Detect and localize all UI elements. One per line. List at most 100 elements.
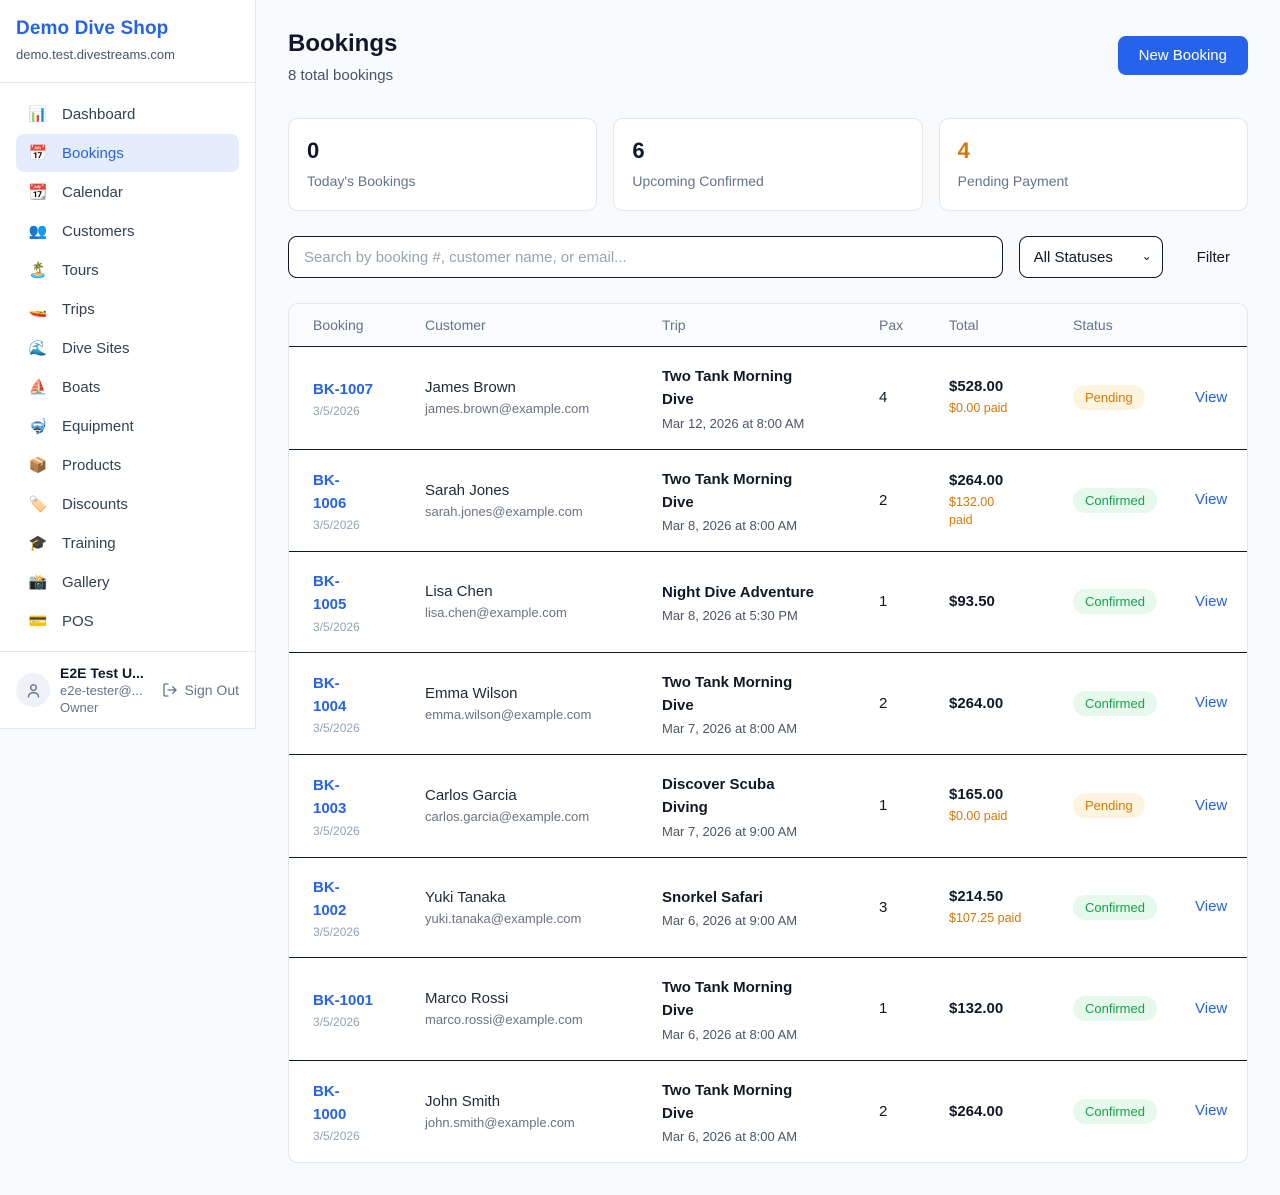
total-amount: $528.00	[949, 378, 1063, 395]
booking-id-link[interactable]: BK- 1006	[313, 469, 346, 516]
amount-paid: $0.00 paid	[949, 807, 1063, 825]
column-header-trip: Trip	[662, 304, 879, 346]
sidebar-item-tours[interactable]: 🏝️Tours	[16, 251, 239, 289]
table-row: BK- 10003/5/2026John Smithjohn.smith@exa…	[289, 1061, 1247, 1163]
status-cell: Confirmed	[1073, 978, 1195, 1039]
pax-count: 2	[879, 1085, 949, 1138]
total-amount: $264.00	[949, 695, 1063, 712]
view-link[interactable]: View	[1195, 389, 1227, 406]
user-email: e2e-tester@...	[60, 683, 144, 698]
status-badge: Confirmed	[1073, 996, 1157, 1021]
booking-id-link[interactable]: BK-1007	[313, 378, 373, 401]
booking-cell: BK- 1002 3/5/2026	[313, 858, 425, 958]
sidebar-item-dashboard[interactable]: 📊Dashboard	[16, 95, 239, 133]
customer-email: emma.wilson@example.com	[425, 707, 652, 722]
sidebar-item-trips[interactable]: 🚤 Trips	[16, 290, 239, 328]
total-amount: $264.00	[949, 1103, 1063, 1120]
package-icon: 📦	[28, 456, 48, 474]
sidebar-item-label: Discounts	[62, 496, 128, 513]
customer-name: James Brown	[425, 379, 652, 396]
booking-id-link[interactable]: BK- 1004	[313, 672, 346, 719]
trip-cell: Snorkel SafariMar 6, 2026 at 9:00 AM	[662, 868, 879, 946]
total-cell: $214.50$107.25 paid	[949, 870, 1073, 945]
trip-name: Two Tank Morning Dive	[662, 671, 869, 718]
trip-cell: Discover Scuba DivingMar 7, 2026 at 9:00…	[662, 755, 879, 857]
booking-id-link[interactable]: BK- 1005	[313, 570, 346, 617]
view-link[interactable]: View	[1195, 593, 1227, 610]
booking-date: 3/5/2026	[313, 824, 415, 838]
trip-name: Two Tank Morning Dive	[662, 976, 869, 1023]
sidebar-nav: 📊Dashboard📅Bookings📆Calendar👥Customers🏝️…	[0, 83, 255, 651]
pax-count: 2	[879, 677, 949, 730]
table-header-row: BookingCustomerTripPaxTotalStatus	[289, 304, 1247, 347]
customer-cell: Sarah Jonessarah.jones@example.com	[425, 464, 662, 537]
amount-paid: $0.00 paid	[949, 399, 1063, 417]
booking-cell: BK- 10043/5/2026	[313, 654, 425, 754]
amount-paid: $132.00 paid	[949, 493, 1063, 529]
total-cell: $264.00	[949, 1085, 1073, 1138]
total-amount: $214.50	[949, 888, 1063, 905]
sidebar-item-training[interactable]: 🎓Training	[16, 524, 239, 562]
stat-card-upcoming-confirmed: 6Upcoming Confirmed	[613, 118, 922, 211]
view-link[interactable]: View	[1195, 1102, 1227, 1119]
actions-cell: View	[1195, 982, 1237, 1036]
booking-date: 3/5/2026	[313, 1129, 415, 1143]
sign-out-button[interactable]: Sign Out	[162, 682, 239, 698]
stat-value: 0	[307, 138, 578, 164]
trip-datetime: Mar 7, 2026 at 8:00 AM	[662, 721, 869, 736]
trip-name: Discover Scuba Diving	[662, 773, 869, 820]
person-icon	[25, 682, 42, 699]
filter-button[interactable]: Filter	[1163, 249, 1248, 266]
view-link[interactable]: View	[1195, 797, 1227, 814]
new-booking-button[interactable]: New Booking	[1118, 36, 1248, 75]
status-badge: Confirmed	[1073, 691, 1157, 716]
actions-cell: View	[1195, 880, 1237, 934]
booking-id-link[interactable]: BK-1001	[313, 989, 373, 1012]
trip-name: Snorkel Safari	[662, 886, 869, 909]
sidebar-item-boats[interactable]: ⛵Boats	[16, 368, 239, 406]
sidebar-item-gallery[interactable]: 📸Gallery	[16, 563, 239, 601]
sidebar-item-bookings[interactable]: 📅Bookings	[16, 134, 239, 172]
search-input[interactable]	[288, 236, 1003, 278]
actions-cell: View	[1195, 371, 1237, 425]
view-link[interactable]: View	[1195, 491, 1227, 508]
status-badge: Pending	[1073, 385, 1145, 410]
trip-cell: Two Tank Morning Dive Mar 7, 2026 at 8:00…	[662, 653, 879, 755]
status-filter-select[interactable]: All Statuses	[1019, 236, 1163, 278]
page-subtitle: 8 total bookings	[288, 67, 397, 84]
view-link[interactable]: View	[1195, 694, 1227, 711]
status-badge: Confirmed	[1073, 895, 1157, 920]
booking-date: 3/5/2026	[313, 925, 415, 939]
sidebar-item-label: Equipment	[62, 418, 134, 435]
booking-id-link[interactable]: BK- 1003	[313, 774, 346, 821]
sidebar-item-discounts[interactable]: 🏷️ Discounts	[16, 485, 239, 523]
sidebar-item-pos[interactable]: 💳POS	[16, 602, 239, 640]
booking-id-link[interactable]: BK- 1002	[313, 876, 346, 923]
trip-cell: Two Tank Morning DiveMar 6, 2026 at 8:00…	[662, 958, 879, 1060]
total-cell: $528.00 $0.00 paid	[949, 360, 1073, 435]
status-badge: Pending	[1073, 793, 1145, 818]
sidebar-item-dive-sites[interactable]: 🌊Dive Sites	[16, 329, 239, 367]
booking-date: 3/5/2026	[313, 1015, 415, 1029]
sidebar-item-equipment[interactable]: 🤿Equipment	[16, 407, 239, 445]
view-link[interactable]: View	[1195, 898, 1227, 915]
tag-icon: 🏷️	[28, 495, 48, 513]
stat-label: Upcoming Confirmed	[632, 173, 903, 189]
customer-name: Yuki Tanaka	[425, 889, 652, 906]
sidebar-item-products[interactable]: 📦Products	[16, 446, 239, 484]
brand-block: Demo Dive Shop demo.test.divestreams.com	[0, 0, 255, 83]
table-row: BK-10073/5/2026James Brownjames.brown@ex…	[289, 347, 1247, 450]
pax-count: 1	[879, 575, 949, 628]
booking-id-link[interactable]: BK- 1000	[313, 1080, 346, 1127]
view-link[interactable]: View	[1195, 1000, 1227, 1017]
sidebar-item-calendar[interactable]: 📆Calendar	[16, 173, 239, 211]
total-cell: $93.50	[949, 575, 1073, 628]
sidebar-item-label: Trips	[62, 301, 95, 318]
status-cell: Confirmed	[1073, 470, 1195, 531]
speedboat-icon: 🚤	[28, 300, 48, 318]
sidebar-item-customers[interactable]: 👥Customers	[16, 212, 239, 250]
sidebar-item-label: Dashboard	[62, 106, 135, 123]
customer-cell: Emma Wilsonemma.wilson@example.com	[425, 667, 662, 740]
log-out-icon	[162, 682, 178, 698]
status-cell: Confirmed	[1073, 571, 1195, 632]
